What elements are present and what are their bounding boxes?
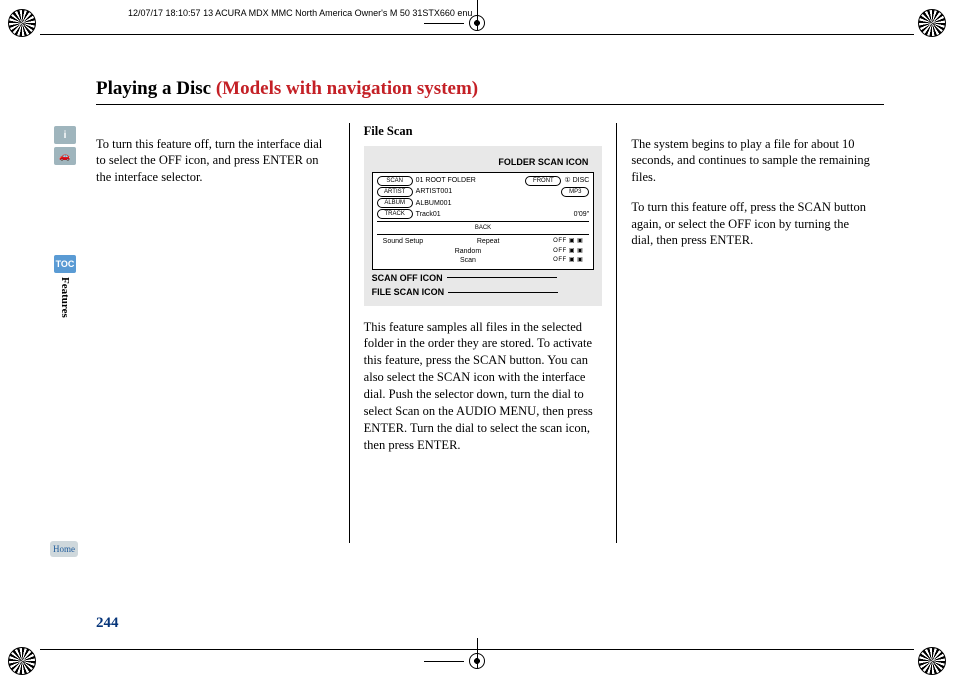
menu-icons: OFF ▣ ▣	[553, 256, 583, 265]
screen-text: 01 ROOT FOLDER	[416, 176, 523, 185]
content-columns: To turn this feature off, turn the inter…	[96, 123, 884, 543]
info-icon[interactable]: i	[54, 126, 76, 144]
column-3: The system begins to play a file for abo…	[616, 123, 884, 543]
print-header-stamp: 12/07/17 18:10:57 13 ACURA MDX MMC North…	[128, 8, 472, 18]
registration-fan-icon	[8, 647, 36, 675]
home-button[interactable]: Home	[50, 541, 78, 557]
menu-scan: Scan	[460, 256, 476, 265]
column-2: File Scan FOLDER SCAN ICON SCAN 01 ROOT …	[349, 123, 617, 543]
body-text: The system begins to play a file for abo…	[631, 136, 870, 187]
section-heading: File Scan	[364, 123, 603, 140]
menu-sound: Sound Setup	[383, 237, 423, 246]
pill-artist: ARTIST	[377, 187, 413, 197]
car-icon[interactable]: 🚗	[54, 147, 76, 165]
menu-icons: OFF ▣ ▣	[553, 237, 583, 246]
registration-cross-icon	[437, 646, 517, 676]
title-main: Playing a Disc	[96, 78, 216, 99]
page-title: Playing a Disc (Models with navigation s…	[96, 78, 884, 105]
sidebar: i 🚗 TOC Features Home	[54, 126, 90, 318]
screen-back: BACK	[377, 224, 590, 232]
pill-mp3: MP3	[561, 187, 589, 197]
pill-album: ALBUM	[377, 198, 413, 208]
diagram-label: FILE SCAN ICON	[372, 286, 445, 298]
screen-text: 0'09''	[574, 210, 590, 219]
pill-track: TRACK	[377, 209, 413, 219]
section-tab-label: Features	[59, 277, 71, 318]
menu-icons: OFF ▣ ▣	[553, 247, 583, 256]
body-text: This feature samples all files in the se…	[364, 319, 603, 454]
screen-text: ① DISC	[564, 176, 589, 185]
page-number: 244	[96, 615, 119, 632]
diagram-label: SCAN OFF ICON	[372, 272, 443, 284]
registration-fan-icon	[918, 647, 946, 675]
body-text: To turn this feature off, press the SCAN…	[631, 199, 870, 250]
pill-scan: SCAN	[377, 176, 413, 186]
diagram-label: FOLDER SCAN ICON	[372, 156, 595, 168]
registration-fan-icon	[918, 9, 946, 37]
title-subtitle: (Models with navigation system)	[216, 78, 478, 99]
column-1: To turn this feature off, turn the inter…	[96, 123, 349, 543]
body-text: To turn this feature off, turn the inter…	[96, 136, 335, 187]
screen-diagram: FOLDER SCAN ICON SCAN 01 ROOT FOLDER FRO…	[364, 146, 603, 306]
menu-repeat: Repeat	[477, 237, 500, 246]
screen-text: Track01	[416, 210, 571, 219]
menu-random: Random	[455, 247, 481, 256]
printer-marks-bottom	[0, 646, 954, 676]
page-content: i 🚗 TOC Features Home Playing a Disc (Mo…	[96, 78, 884, 624]
screen-text: ARTIST001	[416, 187, 559, 196]
registration-fan-icon	[8, 9, 36, 37]
toc-button[interactable]: TOC	[54, 255, 76, 273]
pill-front: FRONT	[525, 176, 561, 186]
screen-text: ALBUM001	[416, 199, 452, 208]
screen-mockup: SCAN 01 ROOT FOLDER FRONT ① DISC ARTIST …	[372, 172, 595, 270]
